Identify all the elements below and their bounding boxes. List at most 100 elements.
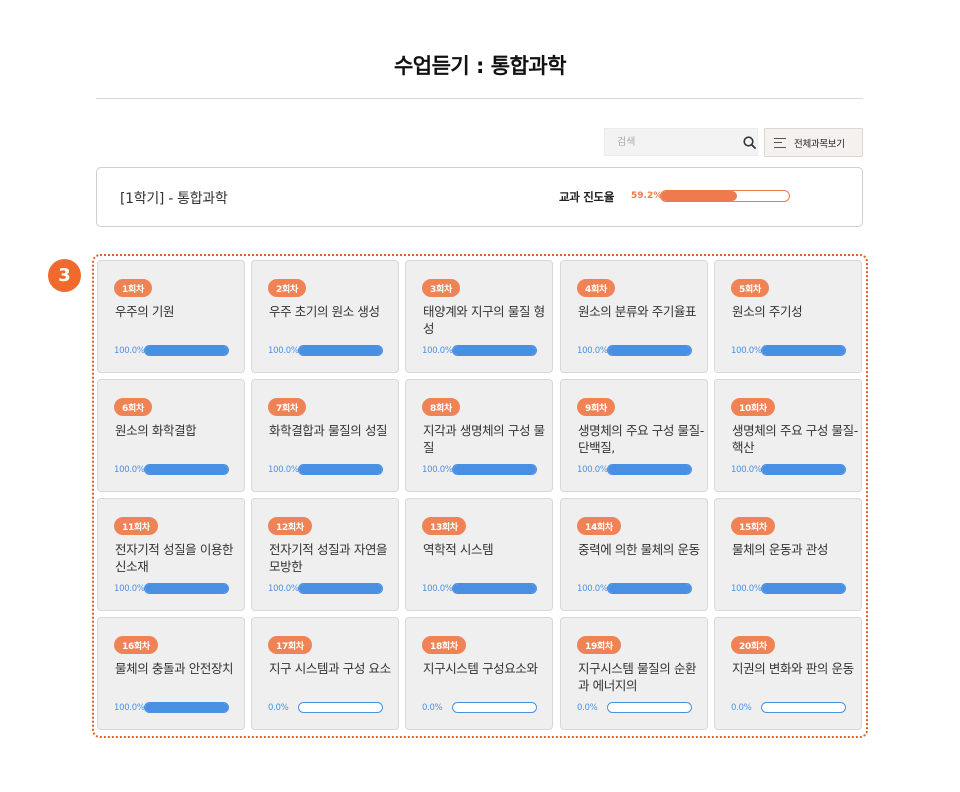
lesson-card[interactable]: 18회차 지구시스템 구성요소와 0.0% (405, 617, 553, 730)
lesson-progress-bar (452, 583, 537, 594)
lesson-number-chip: 15회차 (731, 517, 775, 535)
lesson-progress-bar (144, 345, 229, 356)
lesson-card[interactable]: 11회차전자기적 성질을 이용한 신소재 100.0% (97, 498, 245, 611)
course-summary: [1학기] - 통합과학 교과 진도율 59.2% (96, 167, 863, 227)
lesson-card[interactable]: 7회차화학결합과 물질의 성질 100.0% (251, 379, 399, 492)
menu-icon (774, 137, 786, 148)
lesson-number-chip: 6회차 (114, 398, 152, 416)
lesson-progress-percent: 100.0% (731, 346, 762, 356)
lesson-progress-percent: 100.0% (268, 584, 299, 594)
lesson-number-chip: 4회차 (577, 279, 615, 297)
lesson-progress-fill (145, 584, 228, 593)
lesson-progress-bar (298, 702, 383, 713)
lesson-number-chip: 18회차 (422, 636, 466, 654)
lesson-card[interactable]: 17회차 지구 시스템과 구성 요소 0.0% (251, 617, 399, 730)
lesson-card[interactable]: 15회차물체의 운동과 관성 100.0% (714, 498, 862, 611)
lesson-title: 우주 초기의 원소 생성 (269, 304, 380, 319)
lesson-card[interactable]: 10회차 생명체의 주요 구성 물질-핵산 100.0% (714, 379, 862, 492)
lesson-title: 전자기적 성질과 자연을 모방한 (269, 542, 388, 574)
lesson-progress-percent: 100.0% (114, 465, 145, 475)
lesson-title: 원소의 분류와 주기율표 (578, 304, 697, 319)
lesson-number-chip: 20회차 (731, 636, 775, 654)
lesson-title: 화학결합과 물질의 성질 (269, 423, 388, 438)
lesson-progress-bar (607, 702, 692, 713)
search-box (604, 128, 758, 156)
lesson-progress-percent: 100.0% (114, 584, 145, 594)
search-button[interactable] (742, 128, 757, 156)
lesson-card[interactable]: 1회차우주의 기원 100.0% (97, 260, 245, 373)
lesson-card[interactable]: 19회차 지구시스템 물질의 순환과 에너지의 0.0% (560, 617, 708, 730)
lesson-progress-fill (145, 465, 228, 474)
lesson-number-chip: 13회차 (422, 517, 466, 535)
lesson-progress-percent: 100.0% (731, 584, 762, 594)
lesson-card[interactable]: 20회차지권의 변화와 판의 운동 0.0% (714, 617, 862, 730)
lesson-progress-fill (299, 465, 382, 474)
page-title: 수업듣기 : 통합과학 (393, 54, 567, 78)
lesson-number-chip: 3회차 (422, 279, 460, 297)
search-input[interactable] (605, 129, 742, 155)
lesson-progress-fill (453, 465, 536, 474)
lesson-progress-fill (608, 465, 691, 474)
lesson-card[interactable]: 8회차 지각과 생명체의 구성 물질 100.0% (405, 379, 553, 492)
lesson-card[interactable]: 3회차태양계와 지구의 물질 형성 100.0% (405, 260, 553, 373)
lesson-progress-bar (607, 464, 692, 475)
lesson-progress-percent: 0.0% (422, 703, 443, 713)
course-progress-label: 교과 진도율 (559, 190, 615, 204)
lesson-number-chip: 12회차 (268, 517, 312, 535)
lesson-progress-fill (762, 465, 845, 474)
lesson-progress-bar (144, 464, 229, 475)
lesson-card[interactable]: 12회차전자기적 성질과 자연을 모방한 100.0% (251, 498, 399, 611)
lesson-progress-fill (145, 346, 228, 355)
lesson-progress-fill (299, 584, 382, 593)
lesson-title: 지구 시스템과 구성 요소 (269, 661, 391, 676)
lesson-number-chip: 7회차 (268, 398, 306, 416)
lesson-progress-fill (145, 703, 228, 712)
lesson-progress-percent: 100.0% (577, 584, 608, 594)
lesson-title: 전자기적 성질을 이용한 신소재 (115, 542, 234, 574)
lesson-card[interactable]: 5회차 원소의 주기성 100.0% (714, 260, 862, 373)
lesson-number-chip: 11회차 (114, 517, 158, 535)
lesson-card[interactable]: 14회차중력에 의한 물체의 운동 100.0% (560, 498, 708, 611)
lesson-title: 물체의 운동과 관성 (732, 542, 828, 557)
lesson-title: 지권의 변화와 판의 운동 (732, 661, 854, 676)
view-all-courses-button[interactable]: 전체과목보기 (764, 128, 863, 157)
lesson-card[interactable]: 16회차 물체의 충돌과 안전장치 100.0% (97, 617, 245, 730)
lesson-card[interactable]: 9회차 생명체의 주요 구성 물질-단백질, 100.0% (560, 379, 708, 492)
lesson-progress-fill (299, 346, 382, 355)
lesson-progress-percent: 100.0% (422, 465, 453, 475)
lesson-progress-percent: 100.0% (577, 346, 608, 356)
lesson-title: 생명체의 주요 구성 물질-단백질, (578, 423, 704, 455)
lesson-progress-bar (452, 345, 537, 356)
lesson-progress-bar (761, 345, 846, 356)
lesson-title: 태양계와 지구의 물질 형성 (423, 304, 545, 336)
lesson-title: 원소의 화학결합 (115, 423, 197, 438)
lesson-card[interactable]: 6회차원소의 화학결합 100.0% (97, 379, 245, 492)
lesson-progress-bar (298, 464, 383, 475)
lesson-progress-fill (762, 346, 845, 355)
lesson-title: 우주의 기원 (115, 304, 175, 319)
view-all-courses-label: 전체과목보기 (794, 138, 845, 150)
lesson-card[interactable]: 4회차원소의 분류와 주기율표 100.0% (560, 260, 708, 373)
lesson-title: 중력에 의한 물체의 운동 (578, 542, 700, 557)
annotation-number-badge: 3 (48, 259, 81, 292)
lesson-progress-percent: 100.0% (114, 703, 145, 713)
lesson-number-chip: 1회차 (114, 279, 152, 297)
lesson-card[interactable]: 13회차 역학적 시스템 100.0% (405, 498, 553, 611)
lesson-progress-percent: 100.0% (577, 465, 608, 475)
title-divider (96, 98, 863, 99)
lesson-progress-percent: 100.0% (268, 465, 299, 475)
lesson-progress-bar (452, 702, 537, 713)
lesson-progress-percent: 100.0% (422, 346, 453, 356)
lesson-progress-bar (607, 345, 692, 356)
lesson-progress-percent: 0.0% (731, 703, 752, 713)
lesson-title: 지구시스템 물질의 순환과 에너지의 (578, 661, 697, 693)
lesson-number-chip: 14회차 (577, 517, 621, 535)
course-name: [1학기] - 통합과학 (120, 191, 228, 207)
lesson-number-chip: 17회차 (268, 636, 312, 654)
lesson-number-chip: 16회차 (114, 636, 158, 654)
lesson-progress-percent: 100.0% (422, 584, 453, 594)
lesson-progress-percent: 100.0% (114, 346, 145, 356)
lesson-card[interactable]: 2회차 우주 초기의 원소 생성 100.0% (251, 260, 399, 373)
lesson-title: 지각과 생명체의 구성 물질 (423, 423, 545, 455)
lesson-title: 원소의 주기성 (732, 304, 803, 319)
